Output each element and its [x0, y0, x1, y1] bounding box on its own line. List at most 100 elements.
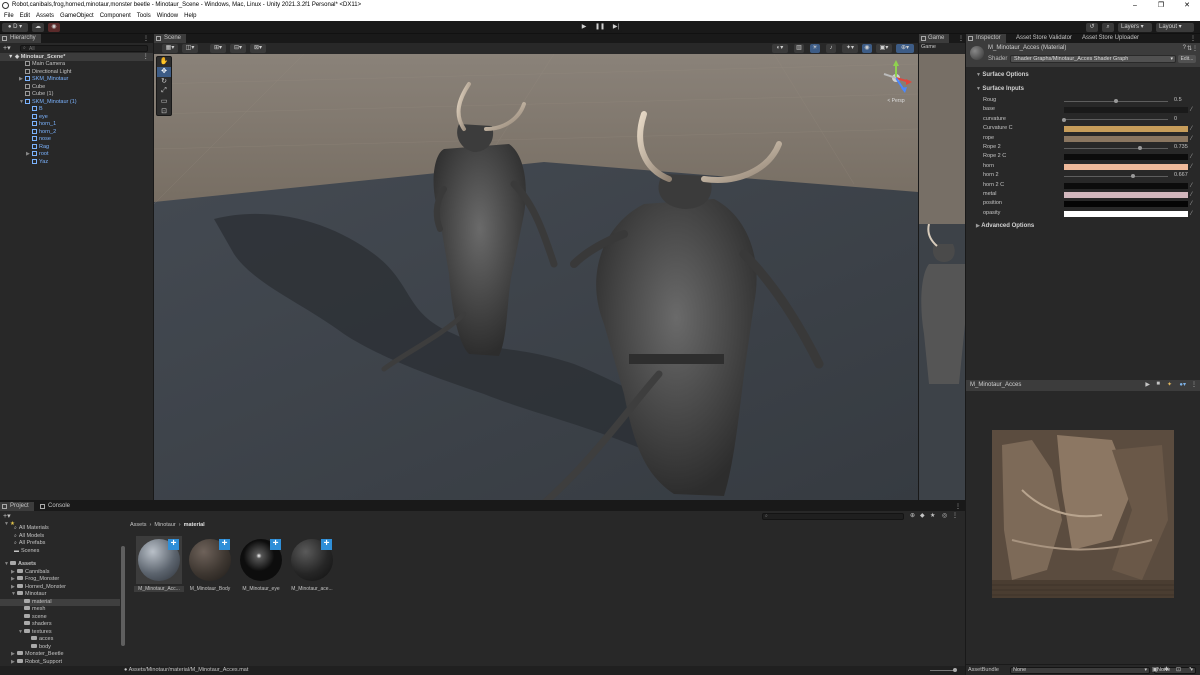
eyedropper-icon[interactable]: ⁄ — [1191, 154, 1197, 160]
folder-tree-item[interactable]: ▼ textures — [18, 628, 52, 637]
folder-tree-item[interactable]: ▼ Assets — [4, 561, 36, 569]
menu-item[interactable]: Assets — [36, 11, 54, 21]
hierarchy-item[interactable]: eye — [26, 113, 48, 122]
global-dropdown[interactable]: ◫▾ — [182, 44, 198, 53]
2d-toggle[interactable]: ▥ — [794, 44, 804, 53]
menu-item[interactable]: Component — [100, 11, 131, 21]
tab-inspector[interactable]: Inspector — [966, 34, 1006, 43]
edit-shader-button[interactable]: Edit... — [1178, 55, 1196, 63]
hierarchy-item[interactable]: ▶ SKM_Minotaur — [19, 76, 68, 84]
favorite-item[interactable]: ⌕ All Materials — [14, 525, 49, 533]
breadcrumb-item[interactable]: Minotaur — [154, 522, 175, 528]
eyedropper-icon[interactable]: ⁄ — [1191, 211, 1197, 217]
scene-viewport[interactable]: ✋ ✥ ↻ ⤢ ▭ ⊡ < Persp — [154, 54, 918, 500]
pivot-dropdown[interactable]: ▦▾ — [162, 44, 178, 53]
hierarchy-item[interactable]: B — [26, 106, 43, 114]
menu-item[interactable]: Window — [157, 11, 178, 21]
add-icon[interactable]: + — [321, 539, 332, 550]
move-tool-icon[interactable]: ✥ — [157, 67, 171, 77]
eyedropper-icon[interactable]: ⁄ — [1191, 136, 1197, 142]
hierarchy-item[interactable]: horn_1 — [26, 121, 56, 129]
menu-item[interactable]: File — [4, 11, 14, 21]
shader-dropdown[interactable]: Shader Graphs/Minotaur_Acces Shader Grap… — [1010, 55, 1176, 63]
search-icon[interactable]: ⌕ — [1102, 23, 1114, 32]
hierarchy-item[interactable]: ▼ SKM_Minotaur (1) — [19, 98, 77, 107]
menu-item[interactable]: Tools — [137, 11, 151, 21]
color-swatch[interactable] — [1064, 107, 1188, 114]
menu-dots-icon[interactable]: ⋮ — [143, 35, 149, 42]
add-icon[interactable]: + — [168, 539, 179, 550]
folder-tree-item[interactable]: ▶ Robot_Support — [11, 658, 62, 667]
surface-options-header[interactable]: ▼ Surface Options — [976, 72, 1029, 78]
folder-tree-item[interactable]: ▶ Cannibals — [11, 568, 49, 577]
slider-knob[interactable] — [1114, 98, 1118, 103]
folder-tree-item[interactable]: scene — [18, 613, 47, 622]
stop-preview-icon[interactable]: ■ — [1156, 381, 1160, 387]
breadcrumb-item[interactable]: Assets — [130, 522, 147, 528]
close-icon[interactable]: ✕ — [1174, 0, 1200, 11]
save-search-icon[interactable]: ★ — [930, 512, 935, 519]
tab-hierarchy[interactable]: Hierarchy — [0, 34, 41, 43]
maximize-icon[interactable]: ❐ — [1148, 0, 1174, 11]
advanced-options-header[interactable]: ▶ Advanced Options — [976, 223, 1034, 229]
kebab-menu-icon[interactable]: ⋮ — [1192, 45, 1198, 52]
game-display-dropdown[interactable]: Game — [921, 44, 936, 50]
favorite-item[interactable]: ⌕ All Models — [14, 533, 44, 541]
folder-tree-item[interactable]: shaders — [18, 621, 52, 629]
transform-tool-icon[interactable]: ⊡ — [157, 107, 171, 117]
hierarchy-item[interactable]: Rag — [26, 143, 49, 152]
progress-icon[interactable]: ▣ — [1152, 666, 1158, 673]
game-viewport[interactable] — [919, 223, 965, 500]
folder-tree-item[interactable]: body — [25, 643, 51, 652]
color-swatch[interactable] — [1064, 210, 1188, 217]
color-swatch[interactable] — [1064, 126, 1188, 133]
asset-tile[interactable]: + M_Minotaur_eye — [238, 536, 284, 596]
hand-tool-icon[interactable]: ✋ — [157, 57, 171, 67]
folder-tree-item[interactable]: ▶ Horned_Monster — [11, 583, 66, 592]
tab-asset-store-uploader[interactable]: Asset Store Uploader — [1072, 34, 1144, 43]
folder-tree-item[interactable]: mesh — [18, 606, 45, 614]
slider-knob[interactable] — [1131, 174, 1136, 178]
property-slider[interactable] — [1064, 147, 1168, 149]
property-value[interactable]: 0.667 — [1174, 172, 1196, 180]
filter-type-icon[interactable]: ⊕ — [910, 512, 915, 519]
play-preview-icon[interactable]: ▶ — [1145, 381, 1150, 388]
eyedropper-icon[interactable]: ⁄ — [1191, 164, 1197, 170]
hierarchy-item[interactable]: Directional Light — [19, 68, 71, 77]
draw-mode-dropdown[interactable]: ◐▾ — [772, 44, 788, 53]
tab-scene[interactable]: Scene — [154, 34, 187, 43]
project-search-input[interactable]: ⌕ — [762, 512, 904, 520]
light-icon[interactable]: ✦ — [1167, 381, 1172, 388]
play-button[interactable]: ▶ — [578, 23, 590, 32]
hierarchy-item[interactable]: Cube — [19, 83, 45, 92]
hierarchy-item[interactable]: Cube (1) — [19, 91, 53, 99]
property-value[interactable]: 0.5 — [1174, 97, 1196, 105]
project-tab-menu-icon[interactable]: ⋮ — [955, 503, 961, 510]
color-swatch[interactable] — [1064, 182, 1188, 189]
asset-tile[interactable]: + M_Minotaur_Acc... — [134, 536, 184, 596]
zoom-slider-knob[interactable] — [953, 668, 957, 672]
eyedropper-icon[interactable]: ⁄ — [1191, 183, 1197, 189]
game-menu-icon[interactable]: ⋮ — [958, 35, 964, 42]
minimize-icon[interactable]: – — [1122, 0, 1148, 11]
eyedropper-icon[interactable]: ⁄ — [1191, 192, 1197, 198]
color-swatch[interactable] — [1064, 135, 1188, 142]
layers-dropdown[interactable]: Layers ▾ — [1118, 23, 1152, 32]
asset-tile[interactable]: + M_Minotaur_ace... — [289, 536, 335, 596]
favorite-item[interactable]: ▬ Scenes — [14, 548, 39, 556]
folder-tree-item[interactable]: ▶ Frog_Monster — [11, 576, 59, 584]
breadcrumb-item[interactable]: material — [184, 522, 205, 528]
scene-menu-icon[interactable]: ⋮ — [143, 53, 150, 61]
tab-project[interactable]: Project — [0, 502, 34, 511]
lighting-toggle[interactable]: ☀ — [810, 44, 820, 53]
collab-icon[interactable]: ◉ — [48, 23, 60, 32]
hierarchy-item[interactable]: Yaz — [26, 158, 48, 167]
filter-label-icon[interactable]: ◆ — [920, 512, 925, 519]
eyedropper-icon[interactable]: ⁄ — [1191, 107, 1197, 113]
menu-item[interactable]: Help — [184, 11, 196, 21]
hierarchy-item[interactable]: Main Camera — [19, 61, 65, 69]
property-value[interactable]: 0.735 — [1174, 144, 1196, 152]
folder-tree-item[interactable]: ▼ Minotaur — [11, 591, 46, 599]
color-swatch[interactable] — [1064, 201, 1188, 208]
inspector-menu-icon[interactable]: ⋮ — [1190, 35, 1196, 42]
